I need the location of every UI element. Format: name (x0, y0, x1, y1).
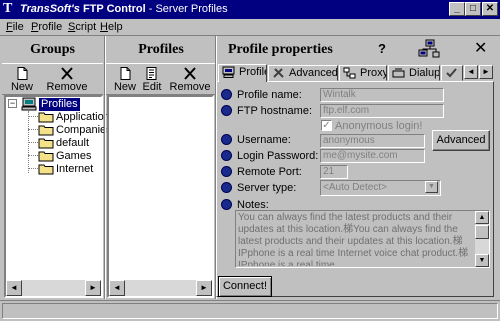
groups-hscrollbar[interactable]: ◄ ► (6, 280, 101, 296)
profiles-edit-button[interactable]: Edit (140, 65, 164, 95)
bullet-icon (221, 105, 232, 116)
folder-icon (38, 125, 54, 136)
groups-new-button[interactable]: New (8, 65, 36, 95)
groups-header: Groups (2, 36, 103, 63)
tree-item-internet[interactable]: Internet (56, 163, 93, 176)
password-field[interactable]: me@mysite.com (320, 149, 425, 163)
network-icon[interactable] (418, 39, 440, 59)
groups-title: Groups (30, 42, 75, 57)
notes-vscrollbar[interactable]: ▲ ▼ (475, 211, 489, 267)
profiles-list[interactable]: ◄ ► (107, 95, 214, 298)
menu-profile[interactable]: Profile (31, 20, 62, 34)
groups-tree[interactable]: − Profiles Applications Companies defaul… (4, 95, 115, 298)
ftp-hostname-label: FTP hostname: (237, 105, 312, 117)
profiles-remove-button[interactable]: Remove (168, 65, 212, 95)
bullet-icon (221, 134, 232, 145)
password-label: Login Password: (237, 150, 319, 162)
dropdown-arrow-icon[interactable]: ▼ (425, 181, 438, 193)
tree-collapse-toggle[interactable]: − (8, 99, 17, 108)
check-icon (446, 68, 457, 78)
notes-textarea[interactable]: You can always find the latest products … (235, 210, 490, 268)
ftp-hostname-field[interactable]: ftp.elf.com (320, 104, 444, 118)
menu-help[interactable]: Help (100, 20, 123, 34)
bullet-icon (221, 199, 232, 210)
close-panel-icon[interactable]: ✕ (474, 39, 487, 59)
groups-toolbar: New Remove (2, 63, 103, 95)
bullet-icon (221, 150, 232, 161)
tree-root-profiles[interactable]: Profiles (39, 98, 80, 111)
modem-icon (392, 68, 405, 78)
notes-text: You can always find the latest products … (238, 212, 469, 266)
app-icon: T (3, 1, 13, 16)
folder-icon (38, 112, 54, 123)
menu-script[interactable]: Script (68, 20, 96, 34)
tab-scroll-left-icon[interactable]: ◄ (464, 65, 478, 79)
status-bar (2, 303, 498, 319)
folder-icon (38, 164, 54, 175)
bullet-icon (221, 182, 232, 193)
tools-icon (273, 68, 284, 78)
properties-header: Profile properties ? ✕ (218, 36, 498, 63)
scroll-left-arrow-icon[interactable]: ◄ (6, 280, 22, 296)
profiles-new-button[interactable]: New (112, 65, 138, 95)
tab-dialup[interactable]: Dialup (388, 65, 440, 81)
advanced-button[interactable]: Advanced (432, 130, 490, 151)
minimize-button[interactable]: _ (449, 2, 465, 16)
remove-x-icon (61, 67, 73, 80)
title-bar[interactable]: T TransSoft's FTP Control - Server Profi… (0, 0, 500, 19)
folder-icon (38, 138, 54, 149)
proxy-icon (343, 67, 356, 79)
menu-file[interactable]: File (6, 20, 24, 34)
anonymous-label: Anonymous login! (335, 120, 423, 132)
tab-advanced[interactable]: Advanced (268, 65, 338, 81)
scroll-right-arrow-icon[interactable]: ► (196, 280, 212, 296)
profiles-title: Profiles (138, 42, 184, 57)
profile-name-field[interactable]: Wintalk (320, 88, 444, 102)
remove-x-icon (184, 67, 196, 80)
help-icon[interactable]: ? (378, 41, 386, 56)
profiles-toolbar: New Edit Remove (106, 63, 216, 95)
edit-document-icon (146, 67, 157, 80)
computer-icon (222, 66, 235, 78)
bullet-icon (221, 166, 232, 177)
connect-button[interactable]: Connect! (218, 276, 272, 297)
username-field[interactable]: anonymous (320, 134, 425, 148)
menu-bar: File Profile Script Help (0, 19, 500, 35)
new-document-icon (17, 67, 28, 80)
tab-proxy[interactable]: Proxy (339, 65, 387, 81)
profiles-header: Profiles (106, 36, 216, 63)
folder-icon (38, 151, 54, 162)
window-close-button[interactable]: ✕ (482, 2, 498, 16)
window-title: TransSoft's FTP Control - Server Profile… (20, 3, 228, 15)
profiles-hscrollbar[interactable]: ◄ ► (109, 280, 212, 296)
server-type-label: Server type: (237, 182, 297, 194)
scroll-thumb[interactable] (475, 225, 489, 239)
computer-icon (21, 97, 37, 111)
scroll-up-arrow-icon[interactable]: ▲ (475, 211, 489, 224)
tab-hidden[interactable] (441, 65, 463, 81)
scroll-down-arrow-icon[interactable]: ▼ (475, 254, 489, 267)
server-type-select[interactable]: <Auto Detect> ▼ (320, 180, 441, 196)
groups-remove-button[interactable]: Remove (46, 65, 88, 95)
bullet-icon (221, 89, 232, 100)
profile-name-label: Profile name: (237, 89, 302, 101)
tab-profile[interactable]: Profile (218, 64, 267, 82)
tab-scroll-right-icon[interactable]: ► (479, 65, 493, 79)
tree-item-default[interactable]: default (56, 137, 89, 150)
remote-port-field[interactable]: 21 (320, 165, 348, 179)
anonymous-checkbox[interactable]: ✓ (321, 120, 332, 131)
username-label: Username: (237, 134, 291, 146)
tree-item-games[interactable]: Games (56, 150, 91, 163)
properties-title: Profile properties (228, 42, 333, 57)
scroll-right-arrow-icon[interactable]: ► (85, 280, 101, 296)
new-document-icon (120, 67, 131, 80)
maximize-button[interactable]: □ (465, 2, 481, 16)
scroll-left-arrow-icon[interactable]: ◄ (109, 280, 125, 296)
remote-port-label: Remote Port: (237, 166, 302, 178)
